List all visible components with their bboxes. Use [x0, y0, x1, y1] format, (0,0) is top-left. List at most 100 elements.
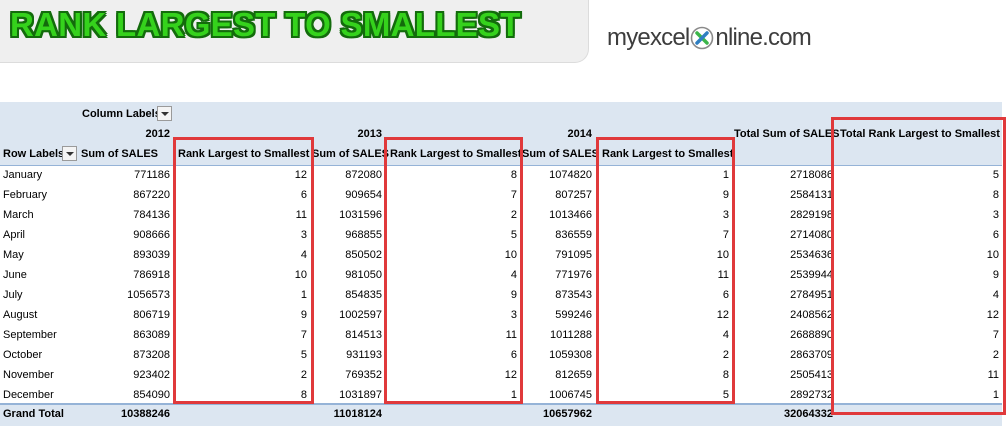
row-month-label: April [3, 229, 26, 241]
cell-sales-2012: 784136 [133, 209, 170, 221]
title-banner: RANK LARGEST TO SMALLEST [0, 0, 589, 63]
cell-sales-2013: 850502 [345, 249, 382, 261]
pivot-table: Column Labels 2012 2013 2014 Total Sum o… [0, 102, 1006, 426]
cell-sales-2014: 1074820 [549, 169, 592, 181]
cell-sales-2013: 968855 [345, 229, 382, 241]
cell-sales-2013: 1031897 [339, 389, 382, 401]
cell-rank-2014: 6 [722, 289, 729, 301]
row-month-label: November [3, 369, 54, 381]
total-rank-header: Total Rank Largest to Smallest [840, 128, 1000, 140]
cell-total-rank: 10 [986, 249, 999, 261]
row-month-label: December [3, 389, 54, 401]
cell-total-sales: 2505413 [790, 369, 833, 381]
cell-rank-2013: 2 [510, 209, 517, 221]
cell-total-rank: 1 [992, 389, 999, 401]
cell-rank-2012: 5 [300, 349, 307, 361]
row-month-label: January [3, 169, 43, 181]
cell-sales-2014: 1006745 [549, 389, 592, 401]
cell-rank-2013: 8 [510, 169, 517, 181]
cell-total-sales: 2718086 [790, 169, 833, 181]
cell-total-rank: 9 [992, 269, 999, 281]
cell-sales-2013: 909654 [345, 189, 382, 201]
cell-rank-2013: 10 [504, 249, 517, 261]
sum-sales-header-2012: Sum of SALES [81, 148, 159, 160]
year-header-2012: 2012 [145, 128, 170, 140]
rank-header-2012: Rank Largest to Smallest [178, 148, 310, 160]
grand-total-all: 32064332 [784, 408, 833, 420]
cell-rank-2014: 9 [722, 189, 729, 201]
row-labels-filter-dropdown[interactable] [62, 146, 77, 161]
row-month-label: September [3, 329, 57, 341]
cell-rank-2013: 7 [510, 189, 517, 201]
cell-rank-2012: 10 [294, 269, 307, 281]
cell-sales-2013: 872080 [345, 169, 382, 181]
cell-total-sales: 2688890 [790, 329, 833, 341]
column-labels-filter-dropdown[interactable] [157, 106, 172, 121]
cell-rank-2014: 3 [722, 209, 729, 221]
sum-sales-header-2013: Sum of SALES [312, 148, 390, 160]
logo-x-icon [691, 26, 714, 50]
grand-total-2014: 10657962 [543, 408, 592, 420]
logo-text-right: nline.com [715, 24, 811, 51]
cell-rank-2012: 1 [300, 289, 307, 301]
row-month-label: March [3, 209, 34, 221]
cell-sales-2014: 1011288 [549, 329, 592, 341]
cell-total-rank: 12 [986, 309, 999, 321]
cell-sales-2012: 863089 [133, 329, 170, 341]
cell-sales-2012: 854090 [133, 389, 170, 401]
cell-rank-2012: 8 [300, 389, 307, 401]
row-month-label: August [3, 309, 38, 321]
cell-sales-2012: 873208 [133, 349, 170, 361]
cell-rank-2012: 7 [300, 329, 307, 341]
cell-sales-2013: 931193 [346, 349, 382, 361]
column-labels-header: Column Labels [82, 108, 161, 120]
cell-total-rank: 2 [992, 349, 999, 361]
cell-total-rank: 8 [992, 189, 999, 201]
row-month-label: July [3, 289, 23, 301]
grand-total-label: Grand Total [3, 408, 64, 420]
cell-sales-2014: 807257 [555, 189, 592, 201]
logo-text-left: myexcel [607, 24, 690, 51]
cell-rank-2014: 5 [722, 389, 729, 401]
myexcelonline-logo: myexcel nline.com [607, 24, 817, 58]
row-month-label: May [3, 249, 24, 261]
cell-rank-2013: 4 [510, 269, 517, 281]
cell-rank-2012: 3 [300, 229, 307, 241]
cell-sales-2013: 1031596 [339, 209, 382, 221]
cell-rank-2013: 6 [510, 349, 517, 361]
cell-sales-2012: 771186 [134, 169, 170, 181]
cell-total-sales: 2714080 [790, 229, 833, 241]
cell-rank-2014: 1 [722, 169, 729, 181]
sum-sales-header-2014: Sum of SALES [522, 148, 600, 160]
cell-sales-2012: 806719 [133, 309, 170, 321]
cell-rank-2013: 3 [510, 309, 517, 321]
cell-rank-2012: 2 [300, 369, 307, 381]
cell-total-rank: 6 [992, 229, 999, 241]
cell-total-sales: 2784951 [790, 289, 833, 301]
cell-total-sales: 2829198 [790, 209, 833, 221]
grand-total-2013: 11018124 [333, 408, 382, 420]
cell-sales-2012: 893039 [133, 249, 170, 261]
cell-rank-2014: 7 [722, 229, 729, 241]
cell-total-sales: 2408562 [790, 309, 833, 321]
cell-rank-2013: 1 [510, 389, 517, 401]
cell-sales-2013: 854835 [345, 289, 382, 301]
cell-rank-2014: 12 [716, 309, 729, 321]
cell-rank-2013: 5 [510, 229, 517, 241]
cell-sales-2013: 814513 [345, 329, 382, 341]
cell-rank-2013: 11 [505, 329, 517, 341]
total-sum-header: Total Sum of SALES [734, 128, 840, 140]
cell-rank-2012: 6 [300, 189, 307, 201]
cell-sales-2013: 981050 [345, 269, 382, 281]
cell-rank-2012: 9 [300, 309, 307, 321]
cell-sales-2014: 1013466 [549, 209, 592, 221]
cell-rank-2014: 11 [717, 269, 729, 281]
cell-rank-2014: 2 [722, 349, 729, 361]
cell-sales-2014: 1059308 [549, 349, 592, 361]
cell-rank-2012: 4 [300, 249, 307, 261]
cell-sales-2014: 812659 [555, 369, 592, 381]
cell-total-sales: 2863709 [790, 349, 833, 361]
grand-total-2012: 10388246 [121, 408, 170, 420]
cell-rank-2014: 8 [722, 369, 729, 381]
cell-rank-2012: 11 [295, 209, 307, 221]
